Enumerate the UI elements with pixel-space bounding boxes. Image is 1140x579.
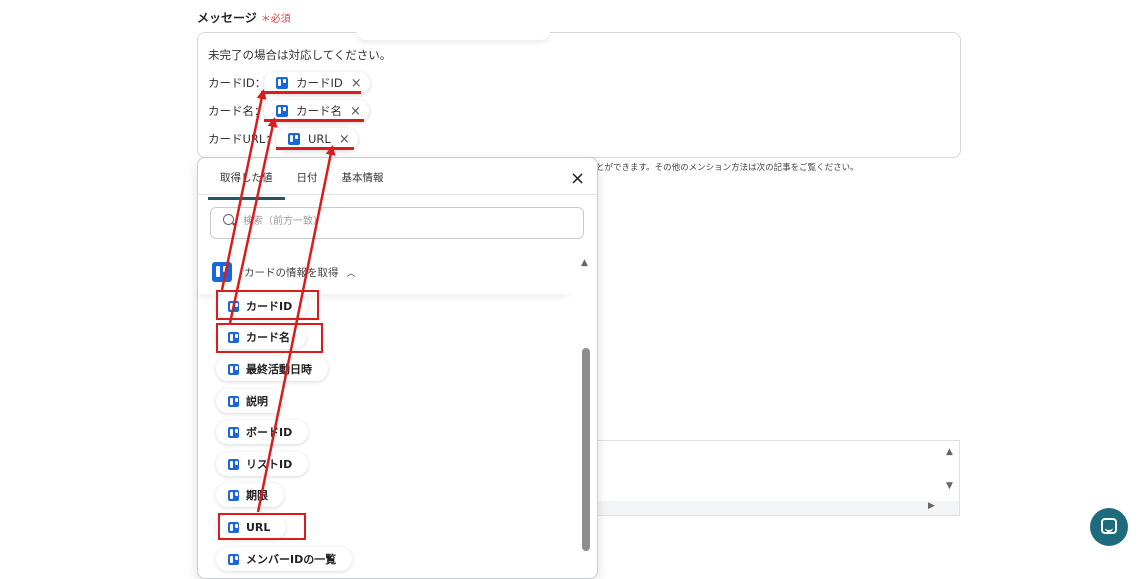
scroll-up-icon[interactable]: ▲ <box>581 258 588 268</box>
item-label: 期限 <box>246 489 268 502</box>
list-item-description[interactable]: 説明 <box>216 389 284 413</box>
list-item-list-id[interactable]: リストID <box>216 452 309 476</box>
trello-icon <box>228 553 239 565</box>
trello-icon <box>228 363 239 375</box>
chip-label: カード名 <box>296 104 342 118</box>
tab-date[interactable]: 日付 <box>285 168 330 200</box>
chip-label: カードID <box>296 76 343 90</box>
list-item-last-activity[interactable]: 最終活動日時 <box>216 357 328 381</box>
item-label: 最終活動日時 <box>246 363 312 376</box>
message-intro: 未完了の場合は対応してください。 <box>208 48 392 62</box>
chevron-up-icon[interactable]: ︿ <box>347 266 356 279</box>
highlight-card-id <box>216 290 319 320</box>
close-icon[interactable]: × <box>570 168 585 189</box>
item-label: ボードID <box>246 426 293 439</box>
group-title: カードの情報を取得 <box>244 266 339 279</box>
item-label: 説明 <box>246 395 268 408</box>
trello-icon <box>228 458 239 470</box>
list-item-due[interactable]: 期限 <box>216 483 284 507</box>
chip-label: URL <box>308 132 331 146</box>
list-item-member-ids[interactable]: メンバーIDの一覧 <box>216 547 353 571</box>
row-label-card-name: カード名： <box>208 104 266 118</box>
scroll-up-icon[interactable]: ▲ <box>946 447 953 457</box>
underline-url <box>276 147 354 150</box>
search-icon <box>223 214 234 225</box>
field-label: メッセージ ＊必須 <box>197 9 291 26</box>
group-header[interactable]: カードの情報を取得 ︿ <box>212 262 356 282</box>
helper-text: とができます。その他のメンション方法は次の記事をご覧ください。 <box>596 163 859 173</box>
field-label-text: メッセージ <box>197 11 257 25</box>
search-field[interactable] <box>210 207 584 239</box>
scroll-right-icon[interactable]: ▶ <box>928 501 935 511</box>
tab-bar: 取得した値 日付 基本情報 <box>208 168 396 200</box>
scroll-down-icon[interactable]: ▼ <box>946 481 953 491</box>
remove-icon[interactable]: × <box>351 76 362 91</box>
tab-acquired-values[interactable]: 取得した値 <box>208 168 285 200</box>
divider <box>198 194 597 195</box>
item-label: リストID <box>246 458 293 471</box>
required-badge: ＊必須 <box>260 14 291 25</box>
row-label-card-id: カードID： <box>208 76 267 90</box>
chat-button[interactable] <box>1090 508 1128 546</box>
vertical-scrollbar[interactable] <box>582 348 590 551</box>
underline-card-name <box>264 119 364 122</box>
highlight-url <box>218 513 306 540</box>
remove-icon[interactable]: × <box>339 132 350 147</box>
trello-icon <box>228 426 239 438</box>
tab-basic-info[interactable]: 基本情報 <box>330 168 396 200</box>
row-label-card-url: カードURL： <box>208 132 277 146</box>
trello-icon <box>212 262 232 282</box>
highlight-card-name <box>216 323 323 353</box>
horizontal-scrollbar[interactable] <box>596 501 959 515</box>
trello-icon <box>228 489 239 501</box>
list-item-board-id[interactable]: ボードID <box>216 420 309 444</box>
trello-icon <box>276 105 288 117</box>
search-input[interactable] <box>241 215 565 228</box>
trello-icon <box>228 395 239 407</box>
dropdown-shadow <box>356 30 550 40</box>
secondary-textarea[interactable]: ▲ ▼ ▶ <box>596 440 960 516</box>
item-label: メンバーIDの一覧 <box>246 553 337 566</box>
trello-icon <box>288 133 300 145</box>
underline-card-id <box>261 91 361 94</box>
trello-icon <box>276 77 288 89</box>
remove-icon[interactable]: × <box>350 104 361 119</box>
